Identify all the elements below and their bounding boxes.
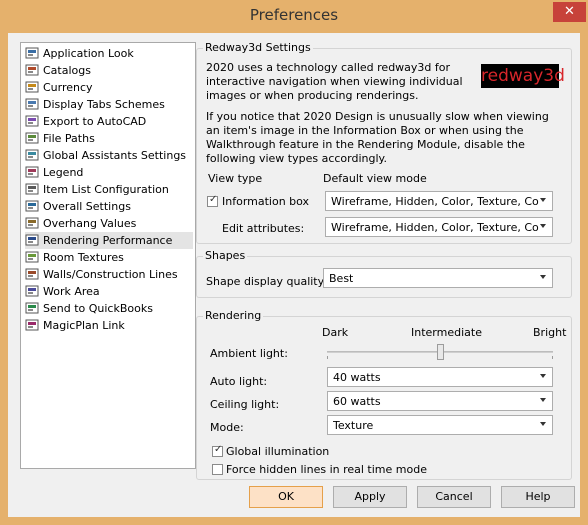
application-look-icon bbox=[25, 46, 40, 60]
currency-icon bbox=[25, 80, 40, 94]
apply-button[interactable]: Apply bbox=[333, 486, 407, 508]
mode-label: Mode: bbox=[210, 421, 244, 434]
help-button[interactable]: Help bbox=[501, 486, 575, 508]
tree-item-label: Legend bbox=[43, 166, 84, 179]
cancel-button[interactable]: Cancel bbox=[417, 486, 491, 508]
title-bar: Preferences ✕ bbox=[0, 0, 588, 34]
chevron-down-icon bbox=[540, 398, 546, 402]
edit-attributes-view-mode-select[interactable]: Wireframe, Hidden, Color, Texture, Color… bbox=[325, 217, 553, 237]
dialog-client: Application Look Catalogs Currency Display … bbox=[8, 33, 580, 517]
window-title: Preferences bbox=[249, 6, 339, 24]
tree-item-label: Export to AutoCAD bbox=[43, 115, 147, 128]
slider-label-dark: Dark bbox=[322, 326, 349, 339]
room-textures-icon bbox=[25, 250, 40, 264]
group-legend: Redway3d Settings bbox=[203, 41, 313, 54]
tree-item-label: Overhang Values bbox=[43, 217, 137, 230]
close-button[interactable]: ✕ bbox=[553, 2, 586, 22]
tree-item-label: Walls/Construction Lines bbox=[43, 268, 178, 281]
ceiling-light-label: Ceiling light: bbox=[210, 398, 280, 411]
ok-button[interactable]: OK bbox=[249, 486, 323, 508]
redway3d-logo: redway3d bbox=[481, 64, 565, 88]
tree-item-label: Send to QuickBooks bbox=[43, 302, 153, 315]
slider-tick bbox=[327, 356, 328, 359]
tree-item-label: Overall Settings bbox=[43, 200, 131, 213]
ambient-light-slider-thumb[interactable] bbox=[437, 344, 444, 360]
redway-intro-text: 2020 uses a technology called redway3d f… bbox=[206, 61, 463, 102]
tree-item-label: Display Tabs Schemes bbox=[43, 98, 165, 111]
shapes-group: Shapes Shape display quality: Best bbox=[196, 249, 572, 298]
tree-item[interactable]: Rendering Performance bbox=[25, 232, 193, 249]
tree-item-label: Work Area bbox=[43, 285, 100, 298]
tree-item-label: Room Textures bbox=[43, 251, 124, 264]
chevron-down-icon bbox=[540, 374, 546, 378]
redway3d-settings-group: Redway3d Settings 2020 uses a technology… bbox=[196, 41, 572, 244]
information-box-view-mode-select[interactable]: Wireframe, Hidden, Color, Texture, Color… bbox=[325, 191, 553, 211]
mode-select[interactable]: Texture bbox=[327, 415, 553, 435]
walls-icon bbox=[25, 267, 40, 281]
default-view-mode-header: Default view mode bbox=[323, 172, 427, 185]
slider-label-intermediate: Intermediate bbox=[411, 326, 482, 339]
global-illumination-label[interactable]: Global illumination bbox=[226, 445, 329, 458]
tree-item-label: Rendering Performance bbox=[43, 234, 173, 247]
tree-item-label: File Paths bbox=[43, 132, 95, 145]
tree-item-label: Currency bbox=[43, 81, 93, 94]
slider-label-bright: Bright bbox=[533, 326, 567, 339]
slider-tick bbox=[552, 356, 553, 359]
ambient-light-label: Ambient light: bbox=[210, 347, 288, 360]
preferences-tree[interactable]: Application Look Catalogs Currency Display … bbox=[20, 42, 196, 469]
auto-light-select[interactable]: 40 watts bbox=[327, 367, 553, 387]
group-legend: Rendering bbox=[203, 309, 264, 322]
redway-notice-text: If you notice that 2020 Design is unusua… bbox=[206, 110, 549, 165]
chevron-down-icon bbox=[540, 422, 546, 426]
display-tabs-icon bbox=[25, 97, 40, 111]
tree-item-label: Item List Configuration bbox=[43, 183, 169, 196]
work-area-icon bbox=[25, 284, 40, 298]
tree-item-label: Global Assistants Settings bbox=[43, 149, 187, 162]
group-legend: Shapes bbox=[203, 249, 248, 262]
chevron-down-icon bbox=[540, 224, 546, 228]
tree-item-label: MagicPlan Link bbox=[43, 319, 125, 332]
chevron-down-icon bbox=[540, 275, 546, 279]
overhang-values-icon bbox=[25, 216, 40, 230]
global-illumination-checkbox[interactable]: ✓ bbox=[212, 444, 223, 457]
view-type-header: View type bbox=[208, 172, 263, 185]
global-assistants-icon bbox=[25, 148, 40, 162]
chevron-down-icon bbox=[540, 198, 546, 202]
rendering-performance-icon bbox=[25, 233, 40, 247]
shape-display-quality-label: Shape display quality: bbox=[206, 275, 328, 288]
information-box-checkbox[interactable]: ✓ bbox=[207, 194, 218, 207]
information-box-label[interactable]: Information box bbox=[222, 195, 309, 208]
export-autocad-icon bbox=[25, 114, 40, 128]
edit-attributes-label: Edit attributes: bbox=[222, 222, 305, 235]
force-hidden-lines-label[interactable]: Force hidden lines in real time mode bbox=[226, 463, 427, 476]
catalogs-icon bbox=[25, 63, 40, 77]
overall-settings-icon bbox=[25, 199, 40, 213]
magicplan-icon bbox=[25, 318, 40, 332]
item-list-icon bbox=[25, 182, 40, 196]
file-paths-icon bbox=[25, 131, 40, 145]
legend-icon bbox=[25, 165, 40, 179]
force-hidden-lines-checkbox[interactable] bbox=[212, 464, 223, 475]
shape-display-quality-select[interactable]: Best bbox=[323, 268, 553, 288]
tree-item-label: Application Look bbox=[43, 47, 134, 60]
tree-item-label: Catalogs bbox=[43, 64, 91, 77]
auto-light-label: Auto light: bbox=[210, 375, 268, 388]
rendering-group: Rendering Dark Intermediate Bright Ambie… bbox=[196, 309, 572, 480]
preferences-window: Preferences ✕ Application Look Catalogs Cu… bbox=[0, 0, 588, 525]
quickbooks-icon bbox=[25, 301, 40, 315]
ceiling-light-select[interactable]: 60 watts bbox=[327, 391, 553, 411]
